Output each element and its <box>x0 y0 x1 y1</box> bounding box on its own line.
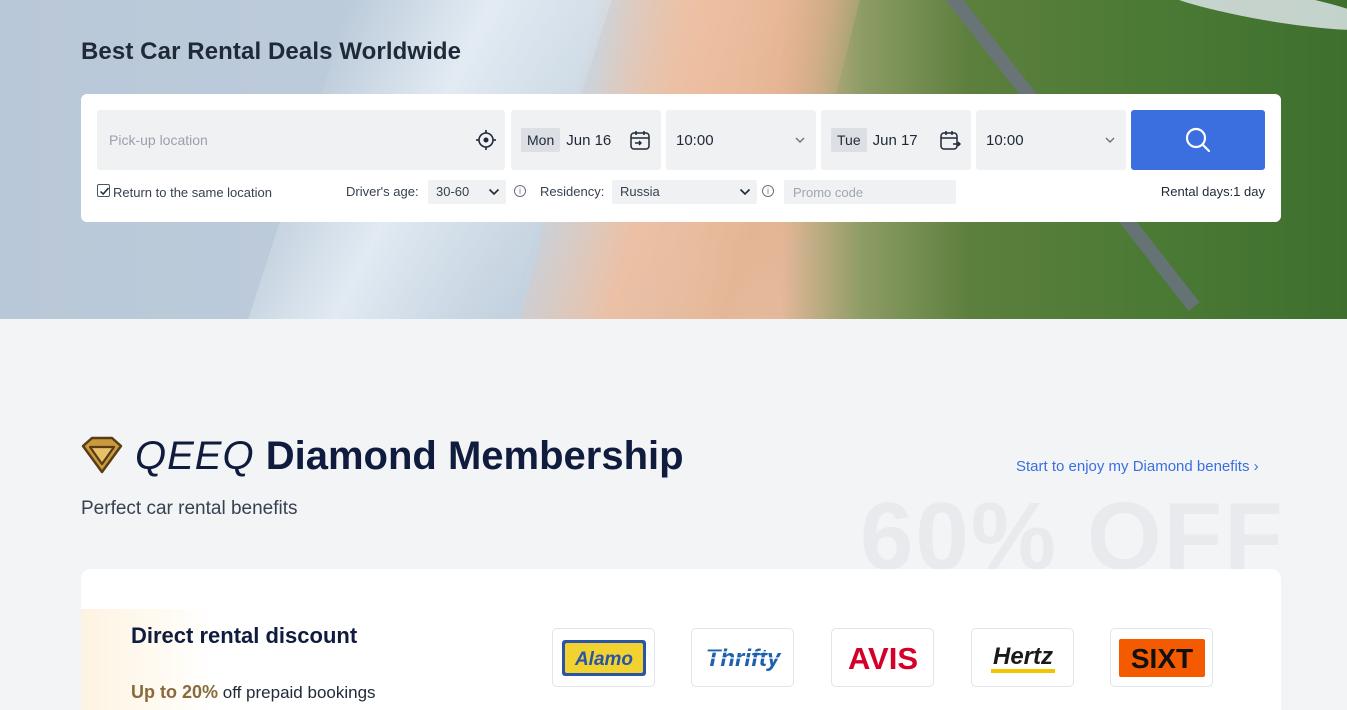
return-same-label[interactable]: Return to the same location <box>113 185 272 200</box>
driver-age-select[interactable]: 30-60 <box>428 180 506 204</box>
rental-days: Rental days:1 day <box>1160 184 1265 199</box>
hertz-logo: Hertz <box>971 628 1074 687</box>
pickup-day: Mon <box>521 128 561 152</box>
check-icon <box>99 187 110 196</box>
chevron-down-icon <box>795 137 805 143</box>
residency-value: Russia <box>620 184 660 199</box>
residency-select[interactable]: Russia <box>612 180 757 204</box>
page-title: Best Car Rental Deals Worldwide <box>81 38 462 65</box>
return-same-checkbox[interactable] <box>97 184 110 197</box>
pickup-date-field[interactable]: Mon Jun 16 <box>511 110 661 170</box>
search-icon <box>1185 127 1211 153</box>
discount-desc-rest: off prepaid bookings <box>218 683 376 702</box>
discount-highlight: Up to 20% <box>131 682 219 702</box>
chevron-down-icon <box>1105 137 1115 143</box>
diamond-icon <box>81 436 123 474</box>
return-time: 10:00 <box>986 131 1024 149</box>
pickup-time: 10:00 <box>676 131 714 149</box>
return-day: Tue <box>831 128 867 152</box>
thrifty-logo: Thrifty <box>691 628 794 687</box>
chevron-right-icon: › <box>1253 458 1259 475</box>
pickup-date: Jun 16 <box>566 131 612 149</box>
locate-icon[interactable] <box>475 129 497 151</box>
chevron-down-icon <box>488 188 500 196</box>
card-description: Up to 20% off prepaid bookings <box>131 682 376 703</box>
membership-title-text: Diamond Membership <box>265 434 684 478</box>
thrifty-logo-mark: Thrifty <box>704 645 781 672</box>
discount-card: Direct rental discount Up to 20% off pre… <box>81 569 1281 710</box>
driver-age-value: 30-60 <box>436 184 470 199</box>
avis-logo: AVIS <box>831 628 934 687</box>
info-icon[interactable]: i <box>514 185 526 197</box>
driver-age-label: Driver's age: <box>346 184 419 199</box>
return-date: Jun 17 <box>872 131 918 149</box>
membership-subtitle: Perfect car rental benefits <box>81 498 298 519</box>
promo-code-input[interactable] <box>784 180 956 204</box>
return-date-field[interactable]: Tue Jun 17 <box>821 110 971 170</box>
sixt-logo: SIXT <box>1110 628 1213 687</box>
search-panel: Mon Jun 16 10:00 Tue Jun 17 10:00 <box>81 94 1281 222</box>
membership-title: QEEQ Diamond Membership <box>135 434 684 479</box>
residency-label: Residency: <box>540 184 605 199</box>
calendar-pickup-icon <box>630 131 650 150</box>
svg-text:Hertz: Hertz <box>992 643 1052 670</box>
pickup-time-select[interactable]: 10:00 <box>666 110 816 170</box>
search-button[interactable] <box>1131 110 1265 170</box>
svg-text:SIXT: SIXT <box>1130 643 1192 674</box>
info-icon[interactable]: i <box>762 185 774 197</box>
diamond-benefits-link-text: Start to enjoy my Diamond benefits <box>1016 458 1250 475</box>
card-title: Direct rental discount <box>131 623 358 648</box>
pickup-field[interactable] <box>97 110 505 170</box>
pickup-location-input[interactable] <box>109 132 459 148</box>
svg-text:Alamo: Alamo <box>573 649 632 670</box>
chevron-down-icon <box>739 188 751 196</box>
sixt-logo-mark: SIXT <box>1118 638 1205 677</box>
avis-logo-mark: AVIS <box>847 641 917 676</box>
search-options-row: Return to the same location Driver's age… <box>97 180 1265 204</box>
qeeq-brand: QEEQ <box>135 434 255 478</box>
return-time-select[interactable]: 10:00 <box>976 110 1126 170</box>
alamo-logo: Alamo <box>552 628 655 687</box>
hertz-logo-mark: Hertz <box>990 643 1055 673</box>
svg-text:AVIS: AVIS <box>847 641 917 676</box>
calendar-return-icon <box>940 131 961 150</box>
alamo-logo-mark: Alamo <box>561 639 646 676</box>
hero-river <box>1149 0 1347 40</box>
diamond-benefits-link[interactable]: Start to enjoy my Diamond benefits › <box>1016 458 1259 475</box>
